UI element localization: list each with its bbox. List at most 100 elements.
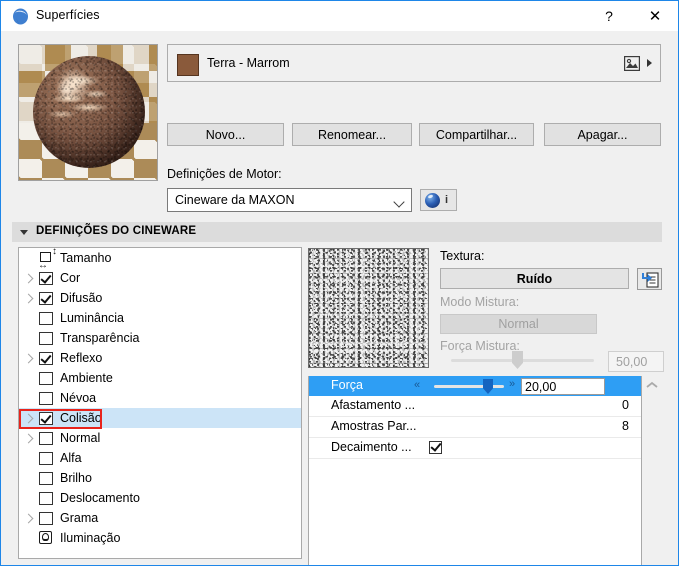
tree-checkbox[interactable]	[39, 291, 53, 305]
tree-checkbox[interactable]	[39, 371, 53, 385]
chevron-up-icon[interactable]	[642, 376, 662, 394]
param-row[interactable]: Força « » 20,00	[309, 376, 641, 396]
chevron-right-icon[interactable]	[19, 353, 39, 363]
chevron-right-icon[interactable]	[19, 513, 39, 523]
tree-item-grama[interactable]: Grama	[19, 508, 301, 528]
delete-button[interactable]: Apagar...	[544, 123, 661, 146]
tree-checkbox[interactable]	[39, 491, 53, 505]
tree-checkbox[interactable]	[39, 351, 53, 365]
tree-item-label: Ambiente	[60, 371, 113, 385]
chevron-right-icon[interactable]	[19, 273, 39, 283]
blend-strength-field[interactable]: 50,00	[608, 351, 664, 372]
size-icon	[39, 251, 53, 265]
material-color-swatch[interactable]	[177, 54, 199, 76]
tree-item-label: Normal	[60, 431, 101, 445]
chevron-right-icon[interactable]	[19, 413, 39, 423]
tree-item-label: Cor	[60, 271, 81, 285]
tree-item-label: Grama	[60, 511, 99, 525]
texture-label: Textura:	[440, 249, 485, 263]
surfaces-dialog: Superfícies ? ✕ Terra - Marrom Novo... R…	[0, 0, 679, 566]
chevron-right-icon[interactable]	[19, 293, 39, 303]
sphere-grain-overlay	[33, 56, 145, 168]
material-preview[interactable]	[18, 44, 158, 181]
tree-item-label: Iluminação	[60, 531, 121, 545]
param-name: Decaimento ...	[331, 440, 412, 454]
window-title: Superfícies	[36, 8, 100, 22]
share-button[interactable]: Compartilhar...	[419, 123, 534, 146]
tree-item-cor[interactable]: Cor	[19, 268, 301, 288]
tree-item-alfa[interactable]: Alfa	[19, 448, 301, 468]
close-button[interactable]: ✕	[632, 1, 678, 31]
triangle-right-icon[interactable]	[647, 59, 652, 67]
tree-item-colis-o[interactable]: Colisão	[19, 408, 301, 428]
tree-item-ilumina-o[interactable]: Iluminação	[19, 528, 301, 548]
blend-strength-slider-knob[interactable]	[512, 351, 523, 369]
cineware-section-header[interactable]: DEFINIÇÕES DO CINEWARE	[12, 222, 662, 242]
double-chevron-right-icon[interactable]: »	[509, 379, 520, 390]
material-name-bar[interactable]: Terra - Marrom	[167, 44, 661, 82]
tree-checkbox[interactable]	[39, 431, 53, 445]
tree-checkbox[interactable]	[39, 391, 53, 405]
channel-tree[interactable]: Tamanho Cor Difusão Luminância Transparência…	[18, 247, 302, 559]
param-value-input[interactable]: 20,00	[521, 378, 605, 395]
tree-item-label: Reflexo	[60, 351, 103, 365]
param-slider-knob[interactable]	[483, 379, 493, 394]
param-value[interactable]: 0	[622, 398, 629, 412]
tree-item-label: Alfa	[60, 451, 82, 465]
tree-item-label: Deslocamento	[60, 491, 140, 505]
tree-item-tamanho[interactable]: Tamanho	[19, 248, 301, 268]
param-row[interactable]: Decaimento ...	[309, 438, 641, 459]
tree-item-reflexo[interactable]: Reflexo	[19, 348, 301, 368]
tree-item-label: Brilho	[60, 471, 92, 485]
engine-select[interactable]: Cineware da MAXON	[167, 188, 412, 212]
cineware-sphere-icon	[13, 8, 28, 25]
tree-checkbox[interactable]	[39, 411, 53, 425]
param-row[interactable]: Afastamento ... 0	[309, 396, 641, 417]
tree-checkbox[interactable]	[39, 311, 53, 325]
new-button[interactable]: Novo...	[167, 123, 284, 146]
parameter-list[interactable]: Força « » 20,00 Afastamento ... 0 Amostras Par…	[308, 376, 642, 565]
param-name: Amostras Par...	[331, 419, 417, 433]
tree-item-difus-o[interactable]: Difusão	[19, 288, 301, 308]
material-name-label: Terra - Marrom	[207, 56, 290, 70]
parameter-list-scrollbar[interactable]	[642, 376, 662, 565]
param-name: Afastamento ...	[331, 398, 416, 412]
blend-mode-label: Modo Mistura:	[440, 295, 520, 309]
param-checkbox[interactable]	[429, 441, 442, 454]
tree-item-lumin-ncia[interactable]: Luminância	[19, 308, 301, 328]
tree-item-label: Luminância	[60, 311, 124, 325]
tree-checkbox[interactable]	[39, 331, 53, 345]
load-texture-icon[interactable]	[637, 268, 662, 290]
engine-select-value: Cineware da MAXON	[175, 193, 295, 207]
tree-checkbox[interactable]	[39, 271, 53, 285]
tree-checkbox[interactable]	[39, 471, 53, 485]
param-slider-track[interactable]	[434, 385, 504, 388]
picture-icon[interactable]	[624, 56, 640, 71]
tree-item-ambiente[interactable]: Ambiente	[19, 368, 301, 388]
tree-item-label: Colisão	[60, 411, 102, 425]
param-value[interactable]: 8	[622, 419, 629, 433]
tree-item-brilho[interactable]: Brilho	[19, 468, 301, 488]
tree-checkbox[interactable]	[39, 511, 53, 525]
rename-button[interactable]: Renomear...	[292, 123, 412, 146]
tree-item-label: Tamanho	[60, 251, 112, 265]
triangle-down-icon	[20, 230, 28, 235]
texture-value-button[interactable]: Ruído	[440, 268, 629, 289]
noise-texture-preview[interactable]	[308, 248, 429, 368]
help-button[interactable]: ?	[586, 1, 632, 31]
tree-item-normal[interactable]: Normal	[19, 428, 301, 448]
tree-item-n-voa[interactable]: Névoa	[19, 388, 301, 408]
chevron-right-icon[interactable]	[19, 433, 39, 443]
param-row[interactable]: Amostras Par... 8	[309, 417, 641, 438]
double-chevron-left-icon[interactable]: «	[414, 380, 425, 391]
tree-item-label: Difusão	[60, 291, 103, 305]
channel-settings-pane: Textura: Ruído Modo Mistura: Normal Forç…	[308, 247, 664, 565]
chevron-down-icon	[393, 196, 405, 208]
tree-item-deslocamento[interactable]: Deslocamento	[19, 488, 301, 508]
param-name: Força	[331, 378, 363, 392]
info-letter: i	[445, 194, 449, 206]
tree-checkbox[interactable]	[39, 451, 53, 465]
blend-mode-value[interactable]: Normal	[440, 314, 597, 334]
tree-item-transpar-ncia[interactable]: Transparência	[19, 328, 301, 348]
engine-info-button[interactable]: i	[420, 189, 457, 211]
